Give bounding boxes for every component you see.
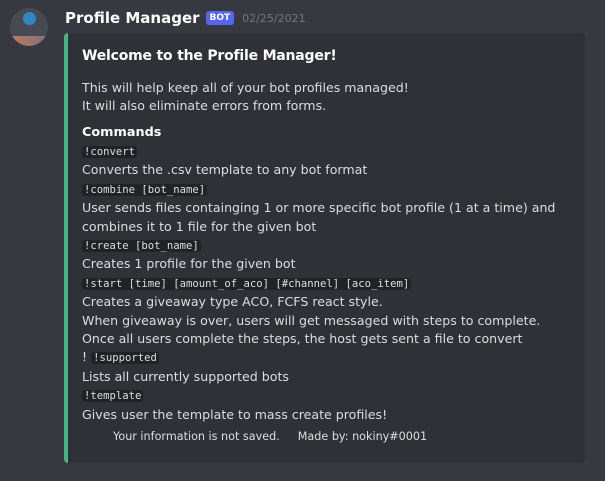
command-code: !template: [82, 390, 144, 403]
command-code: !combine [bot_name]: [82, 183, 208, 196]
command-description: User sends files containging 1 or more s…: [82, 200, 556, 234]
description-line: This will help keep all of your bot prof…: [82, 80, 409, 95]
command-description: Creates a giveaway type ACO, FCFS react …: [82, 294, 383, 310]
command-code: !supported: [91, 352, 159, 365]
command-line: !combine [bot_name]: [82, 180, 573, 199]
avatar-head-shape: [23, 12, 36, 25]
message-header: Profile Manager BOT 02/25/2021: [65, 9, 306, 27]
command-code: !start [time] [amount_of_aco] [#channel]…: [82, 277, 412, 290]
command-line: ! !supported: [82, 348, 573, 367]
command-description: Once all users complete the steps, the h…: [82, 331, 523, 347]
embed-description: This will help keep all of your bot prof…: [82, 79, 573, 115]
description-line: It will also eliminate errors from forms…: [82, 98, 327, 113]
message-timestamp[interactable]: 02/25/2021: [242, 12, 305, 25]
embed-footer: Your information is not saved. Made by: n…: [113, 430, 427, 443]
command-description: Converts the .csv template to any bot fo…: [82, 162, 368, 178]
field-name: Commands: [82, 125, 162, 140]
command-description: Creates 1 profile for the given bot: [82, 256, 296, 272]
command-prefix: !: [82, 349, 92, 365]
command-description: Lists all currently supported bots: [82, 368, 289, 384]
bot-avatar[interactable]: [10, 8, 48, 46]
command-line: !start [time] [amount_of_aco] [#channel]…: [82, 274, 573, 293]
command-line: !create [bot_name]: [82, 236, 573, 255]
command-description: When giveaway is over, users will get me…: [82, 312, 541, 328]
embed-card: Welcome to the Profile Manager! This wil…: [64, 33, 585, 463]
embed-field-commands: Commands !convert Converts the .csv temp…: [82, 124, 573, 424]
username[interactable]: Profile Manager: [65, 9, 200, 27]
command-code: !create [bot_name]: [82, 240, 201, 253]
bot-badge: BOT: [205, 11, 235, 25]
command-line: !template: [82, 386, 573, 405]
footer-right-text: Made by: nokiny#0001: [297, 430, 428, 443]
embed-title: Welcome to the Profile Manager!: [82, 48, 337, 64]
commands-list: !convert Converts the .csv template to a…: [82, 142, 573, 424]
command-code: !convert: [82, 146, 138, 158]
command-line: !convert: [82, 142, 573, 161]
avatar-body-shape: [10, 36, 48, 46]
footer-left-text: Your information is not saved.: [113, 430, 280, 443]
command-description: Gives user the template to mass create p…: [82, 406, 388, 422]
